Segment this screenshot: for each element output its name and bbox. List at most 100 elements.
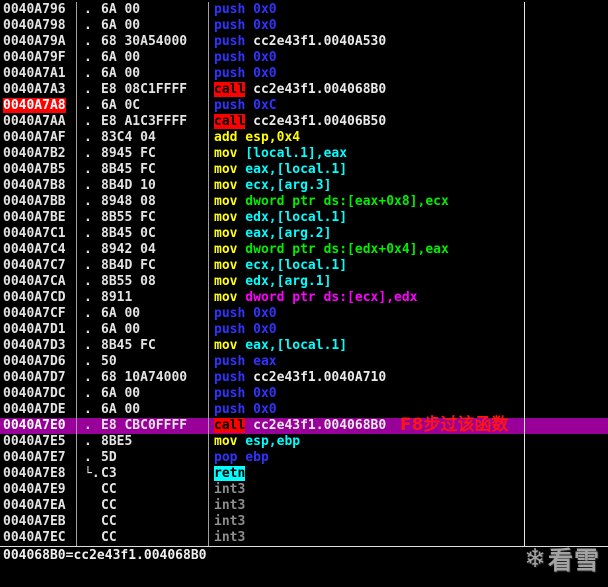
disasm-token: push: [214, 2, 246, 17]
bytes-cell: └.C3: [77, 466, 209, 482]
disasm-row[interactable]: 0040A7E7. 5D pop ebp: [0, 450, 608, 466]
disasm-token: ebp: [237, 450, 269, 465]
disasm-row[interactable]: 0040A7D3. 8B45 FC mov eax,[local.1]: [0, 338, 608, 354]
status-bar: 004068B0=cc2e43f1.004068B0: [0, 546, 608, 565]
disasm-token: esp,0x4: [237, 130, 301, 145]
disasm-cell: mov dword ptr ds:[edx+0x4],eax: [209, 242, 525, 258]
disasm-token: push: [214, 98, 246, 113]
disasm-row[interactable]: 0040A7AA. E8 A1C3FFFF call cc2e43f1.00406B…: [0, 114, 608, 130]
disasm-row[interactable]: 0040A79A. 68 30A54000 push cc2e43f1.0040A5…: [0, 34, 608, 50]
disasm-cell: mov edx,[arg.1]: [209, 274, 525, 290]
disasm-row[interactable]: 0040A7DE. 6A 00 push 0x0: [0, 402, 608, 418]
disasm-row[interactable]: 0040A7C4. 8942 04 mov dword ptr ds:[edx+0x…: [0, 242, 608, 258]
disasm-row[interactable]: 0040A7B2. 8945 FC mov [local.1],eax: [0, 146, 608, 162]
disasm-row[interactable]: 0040A7EA CC int3: [0, 498, 608, 514]
bytes-cell: . 6A 0C: [77, 98, 209, 114]
analysis-prefix: .: [84, 226, 92, 241]
disasm-token: mov: [214, 242, 238, 257]
disasm-token: push: [214, 354, 246, 369]
hex-bytes: 8BE5: [101, 434, 133, 449]
hex-bytes: 50: [101, 354, 117, 369]
disasm-token: 0x0: [245, 306, 277, 321]
disasm-row[interactable]: 0040A7D7. 68 10A74000 push cc2e43f1.0040A7…: [0, 370, 608, 386]
hex-bytes: 83C4 04: [101, 130, 156, 145]
disasm-row[interactable]: 0040A7E0. E8 CBC0FFFF call cc2e43f1.004068…: [0, 417, 608, 434]
disasm-row[interactable]: 0040A7BB. 8948 08 mov dword ptr ds:[eax+0x…: [0, 194, 608, 210]
disasm-token: dword ptr ds:[eax+0x8],ecx: [237, 194, 449, 209]
hex-bytes: 8B45 FC: [101, 162, 156, 177]
hex-bytes: 5D: [101, 450, 117, 465]
comment-cell: [525, 418, 608, 434]
disasm-row[interactable]: 0040A7B5. 8B45 FC mov eax,[local.1]: [0, 162, 608, 178]
disasm-row[interactable]: 0040A79F. 6A 00 push 0x0: [0, 50, 608, 66]
hex-bytes: CC: [101, 498, 117, 513]
disasm-row[interactable]: 0040A7EC CC int3: [0, 530, 608, 546]
disasm-token: int3: [214, 482, 246, 497]
disasm-row[interactable]: 0040A796. 6A 00 push 0x0: [0, 2, 608, 18]
disasm-token: int3: [214, 498, 246, 513]
disasm-token: int3: [214, 530, 246, 545]
disasm-token: esp,ebp: [237, 434, 301, 449]
disasm-row[interactable]: 0040A7EB CC int3: [0, 514, 608, 530]
analysis-prefix: .: [84, 146, 92, 161]
disasm-token: 0x0: [245, 66, 277, 81]
disasm-cell: pop ebp: [209, 450, 525, 466]
address-cell: 0040A7A1: [0, 66, 77, 82]
disasm-token: ecx,[local.1]: [237, 258, 348, 273]
address-cell: 0040A79F: [0, 50, 77, 66]
disasm-row[interactable]: 0040A7D6. 50 push eax: [0, 354, 608, 370]
disasm-cell: push 0x0: [209, 50, 525, 66]
hex-bytes: 8B55 FC: [101, 210, 156, 225]
bytes-cell: . 8948 08: [77, 194, 209, 210]
hex-bytes: 6A 00: [101, 2, 141, 17]
disasm-row[interactable]: 0040A798. 6A 00 push 0x0: [0, 18, 608, 34]
disasm-row[interactable]: 0040A7BE. 8B55 FC mov edx,[local.1]: [0, 210, 608, 226]
hex-bytes: E8 A1C3FFFF: [101, 114, 188, 129]
disasm-token: cc2e43f1.0040A710: [245, 370, 387, 385]
disasm-row[interactable]: 0040A7DC. 6A 00 push 0x0: [0, 386, 608, 402]
disasm-cell: mov dword ptr ds:[eax+0x8],ecx: [209, 194, 525, 210]
disasm-token: dword ptr ds:[ecx],edx: [237, 290, 418, 305]
analysis-prefix: .: [84, 130, 92, 145]
disasm-row[interactable]: 0040A7CA. 8B55 08 mov edx,[arg.1]: [0, 274, 608, 290]
address-cell: 0040A7D1: [0, 322, 77, 338]
disasm-row[interactable]: 0040A7A3. E8 08C1FFFF call cc2e43f1.004068…: [0, 82, 608, 98]
comment-cell: [525, 402, 608, 418]
analysis-prefix: .: [84, 98, 92, 113]
disasm-row[interactable]: 0040A7C7. 8B4D FC mov ecx,[local.1]: [0, 258, 608, 274]
disasm-row[interactable]: 0040A7C1. 8B45 0C mov eax,[arg.2]: [0, 226, 608, 242]
bytes-cell: . 6A 00: [77, 322, 209, 338]
comment-cell: [525, 434, 608, 450]
disasm-row[interactable]: 0040A7E5. 8BE5 mov esp,ebp: [0, 434, 608, 450]
disasm-cell: mov ecx,[arg.3]: [209, 178, 525, 194]
address-cell: 0040A7D3: [0, 338, 77, 354]
disasm-row[interactable]: 0040A7AF. 83C4 04 add esp,0x4: [0, 130, 608, 146]
bytes-cell: . 50: [77, 354, 209, 370]
comment-cell: [525, 450, 608, 466]
disasm-row[interactable]: 0040A7D1. 6A 00 push 0x0: [0, 322, 608, 338]
bytes-cell: . 6A 00: [77, 402, 209, 418]
disasm-row[interactable]: 0040A7A8. 6A 0C push 0xC: [0, 98, 608, 114]
disasm-cell: call cc2e43f1.00406B50: [209, 114, 525, 130]
address-cell: 0040A7AA: [0, 114, 77, 130]
address-cell: 0040A7AF: [0, 130, 77, 146]
bytes-cell: . 6A 00: [77, 386, 209, 402]
comment-cell: [525, 482, 608, 498]
disasm-row[interactable]: 0040A7B8. 8B4D 10 mov ecx,[arg.3]: [0, 178, 608, 194]
comment-cell: [525, 210, 608, 226]
disasm-token: push: [214, 322, 246, 337]
disasm-row[interactable]: 0040A7CF. 6A 00 push 0x0: [0, 306, 608, 322]
disasm-row[interactable]: 0040A7CD. 8911 mov dword ptr ds:[ecx],edx: [0, 290, 608, 306]
address-cell: 0040A7D7: [0, 370, 77, 386]
disasm-row[interactable]: 0040A7E8 └.C3 retn: [0, 466, 608, 482]
disasm-token: push: [214, 306, 246, 321]
hex-bytes: 6A 00: [101, 322, 141, 337]
analysis-prefix: .: [84, 34, 92, 49]
address-cell: 0040A7DE: [0, 402, 77, 418]
disasm-cell: push cc2e43f1.0040A710: [209, 370, 525, 386]
disasm-row[interactable]: 0040A7A1. 6A 00 push 0x0: [0, 66, 608, 82]
comment-cell: [525, 386, 608, 402]
disasm-token: call: [214, 114, 246, 129]
hex-bytes: 6A 00: [101, 18, 141, 33]
disasm-row[interactable]: 0040A7E9 CC int3: [0, 482, 608, 498]
